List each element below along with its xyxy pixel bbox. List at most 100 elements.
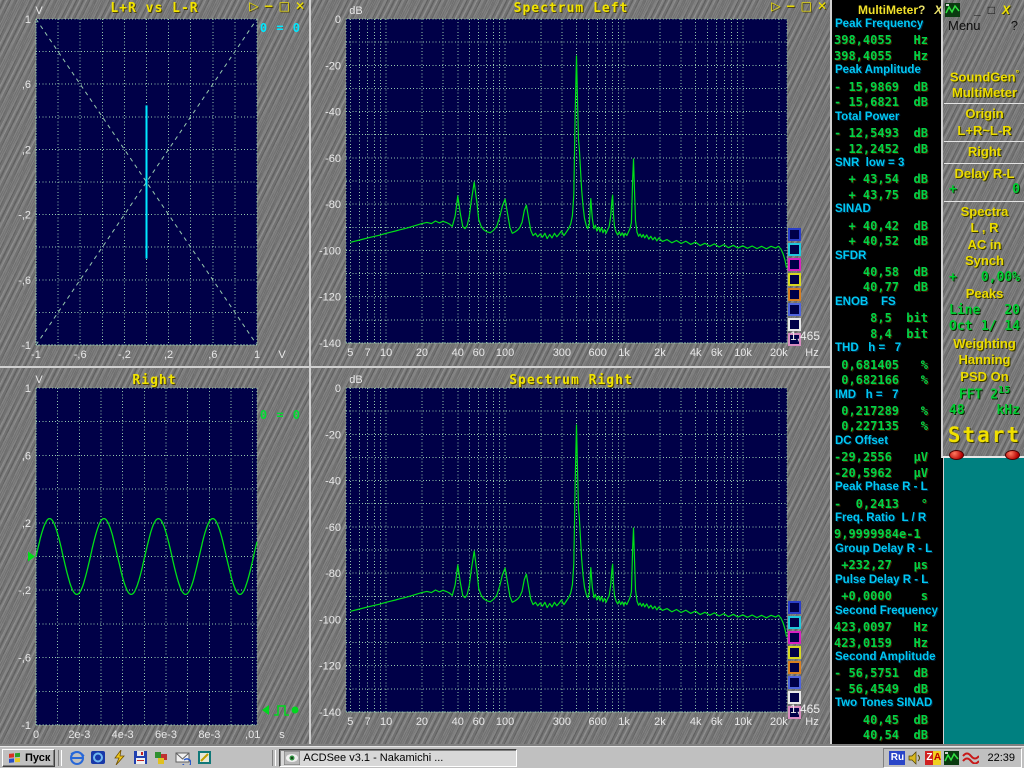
side-button-weighting[interactable]: Weighting: [943, 336, 1024, 353]
side-button-psd[interactable]: PSD On: [943, 369, 1024, 386]
lightning-icon[interactable]: [112, 750, 127, 765]
side-value-sample-rate[interactable]: 48kHz: [943, 403, 1024, 420]
ie-icon[interactable]: [70, 750, 85, 765]
legend-marker[interactable]: [788, 288, 801, 301]
side-button-soundgen[interactable]: SoundGen°: [943, 68, 1024, 85]
side-value-delay-value[interactable]: +0: [943, 182, 1024, 199]
axis-tick-label: -,6: [18, 275, 31, 287]
legend-marker[interactable]: [788, 243, 801, 256]
legend-marker[interactable]: [788, 273, 801, 286]
legend-marker[interactable]: [788, 258, 801, 271]
readout-value: 398,4055 Hz: [832, 33, 943, 48]
window-controls: ▷ − □ ✕: [771, 0, 827, 13]
readout-label: Group Delay R - L: [832, 543, 943, 558]
red-led-indicator: [949, 450, 964, 460]
readout-value: 40,58 dB: [832, 265, 943, 280]
legend-marker[interactable]: [788, 646, 801, 659]
maximize-button[interactable]: □: [801, 0, 812, 13]
floppy-icon[interactable]: [133, 750, 148, 765]
help-button[interactable]: ?: [1011, 18, 1018, 33]
start-button[interactable]: Пуск: [2, 749, 55, 767]
side-button-multimeter[interactable]: MultiMeter: [943, 85, 1024, 102]
window-title-waveform-right[interactable]: Right: [0, 373, 309, 388]
side-button-weighting-mode[interactable]: Hanning: [943, 352, 1024, 369]
readout-value: + 43,54 dB: [832, 172, 943, 187]
side-button-synch[interactable]: Synch: [943, 253, 1024, 270]
legend-marker[interactable]: [788, 303, 801, 316]
value-right: 0: [1012, 182, 1020, 199]
menu-button[interactable]: Menu: [948, 18, 981, 33]
minimize-button[interactable]: −: [786, 0, 796, 13]
side-value-oct-value[interactable]: Oct1/ 14: [943, 319, 1024, 336]
start-measurement-button[interactable]: Start: [943, 423, 1024, 447]
trigger-mode-icons[interactable]: [261, 704, 301, 718]
side-button-ac-in[interactable]: AC in: [943, 237, 1024, 254]
za-tray-icon[interactable]: Z A: [925, 751, 941, 765]
window-title-spectrum-right[interactable]: Spectrum Right: [311, 373, 831, 388]
clock[interactable]: 22:39: [987, 752, 1015, 764]
volume-icon[interactable]: [908, 751, 922, 765]
axis-tick-label: 6k: [711, 347, 723, 359]
side-value-fft-size[interactable]: FFT 215: [943, 385, 1024, 403]
minimize-button[interactable]: −: [264, 0, 274, 13]
axis-tick-label: 2k: [654, 716, 666, 728]
side-button-delay-rl[interactable]: Delay R-L: [943, 166, 1024, 183]
legend-marker[interactable]: [788, 601, 801, 614]
readout-value: +232,27 μs: [832, 558, 943, 573]
notes-icon[interactable]: [197, 750, 212, 765]
run-button[interactable]: ▷: [771, 0, 780, 13]
readout-label: Second Amplitude: [832, 651, 943, 666]
side-button-origin[interactable]: Origin: [943, 106, 1024, 123]
legend-marker[interactable]: [788, 676, 801, 689]
legend-marker[interactable]: [788, 631, 801, 644]
readout-value: 40,77 dB: [832, 280, 943, 295]
disc-icon[interactable]: [91, 750, 106, 765]
palette-icon[interactable]: [154, 750, 169, 765]
window-spectrum-right: 0-20-40-60-80-100-120-140571020406010030…: [311, 368, 831, 746]
side-value-synch-value[interactable]: +0,00%: [943, 270, 1024, 287]
mail-icon[interactable]: [175, 750, 191, 765]
multimeter-title[interactable]: MultiMeter: [858, 3, 918, 17]
task-button-acdsee[interactable]: ACDSee v3.1 - Nakamichi ...: [279, 749, 517, 767]
maximize-button[interactable]: □: [988, 3, 995, 17]
value-left: Line: [949, 303, 980, 320]
side-button-spectra[interactable]: Spectra: [943, 204, 1024, 221]
axis-tick-label: 4e-3: [112, 729, 134, 741]
run-button[interactable]: ▷: [249, 0, 258, 13]
dot-icon: [292, 707, 299, 714]
side-button-spectra-channels[interactable]: L , R: [943, 220, 1024, 237]
value-right: kHz: [997, 403, 1020, 420]
side-value-line-value[interactable]: Line20: [943, 303, 1024, 320]
language-indicator[interactable]: Ru: [889, 751, 905, 765]
side-button-origin-mode[interactable]: L+R~L-R: [943, 123, 1024, 140]
multimeter-panel: MultiMeter ? X Peak Frequency398,4055 Hz…: [830, 0, 944, 746]
axis-tick-label: ,6: [22, 79, 31, 91]
close-button[interactable]: X: [1002, 3, 1010, 17]
close-button[interactable]: ✕: [817, 0, 827, 13]
help-button[interactable]: ?: [918, 3, 925, 17]
window-title-spectrum-left[interactable]: Spectrum Left: [311, 1, 831, 16]
readout-value: 40,45 dB: [832, 713, 943, 728]
axis-tick-label: 40: [452, 716, 464, 728]
axis-tick-label: 100: [496, 347, 514, 359]
axis-tick-label: 7: [365, 716, 371, 728]
side-button-peaks[interactable]: Peaks: [943, 286, 1024, 303]
legend-marker[interactable]: [788, 228, 801, 241]
close-button[interactable]: ✕: [295, 0, 305, 13]
separator: [944, 103, 1024, 104]
analyzer-tray-icon[interactable]: [944, 751, 959, 765]
axis-tick-label: 0: [33, 729, 39, 741]
control-buttons: SoundGen°MultiMeter OriginL+R~L-R Right Del…: [943, 68, 1024, 460]
minimize-button[interactable]: _: [974, 3, 981, 17]
legend-marker[interactable]: [788, 661, 801, 674]
side-button-right[interactable]: Right: [943, 144, 1024, 161]
axis-tick-label: V: [278, 349, 286, 361]
maximize-button[interactable]: □: [279, 0, 290, 13]
start-label: Пуск: [25, 752, 50, 764]
modem-tray-icon[interactable]: [962, 752, 979, 764]
zero-level-marker-icon: [28, 552, 35, 562]
axis-tick-label: ,6: [208, 349, 217, 361]
legend-marker[interactable]: [788, 616, 801, 629]
axis-tick-label: -80: [325, 568, 341, 580]
axis-tick-label: ,2: [22, 144, 31, 156]
